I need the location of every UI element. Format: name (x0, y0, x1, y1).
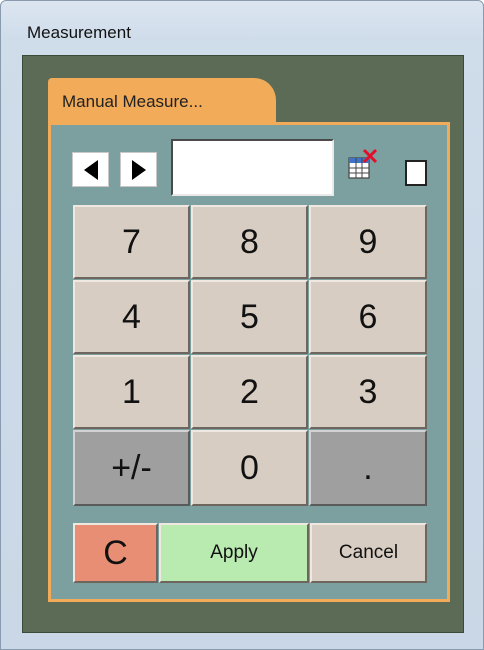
cancel-button[interactable]: Cancel (310, 523, 427, 583)
key-decimal[interactable]: . (309, 430, 427, 506)
title-bar[interactable]: Measurement (1, 1, 483, 53)
key-4[interactable]: 4 (73, 280, 190, 354)
options-checkbox[interactable] (405, 160, 427, 186)
previous-button[interactable] (72, 152, 109, 187)
apply-button[interactable]: Apply (159, 523, 309, 583)
key-8[interactable]: 8 (191, 205, 308, 279)
key-0[interactable]: 0 (191, 430, 308, 506)
clear-button[interactable]: C (73, 523, 158, 583)
triangle-left-icon (83, 159, 98, 180)
triangle-right-icon (131, 159, 146, 180)
key-5[interactable]: 5 (191, 280, 308, 354)
key-6[interactable]: 6 (309, 280, 427, 354)
key-plus-minus[interactable]: +/- (73, 430, 190, 506)
key-1[interactable]: 1 (73, 355, 190, 429)
tab-manual-measure[interactable]: Manual Measure... (48, 78, 276, 124)
value-input[interactable] (171, 139, 334, 196)
key-9[interactable]: 9 (309, 205, 427, 279)
next-button[interactable] (120, 152, 157, 187)
tab-label: Manual Measure... (62, 92, 203, 111)
key-2[interactable]: 2 (191, 355, 308, 429)
key-7[interactable]: 7 (73, 205, 190, 279)
key-3[interactable]: 3 (309, 355, 427, 429)
window-title: Measurement (27, 23, 131, 42)
table-clear-icon[interactable] (346, 148, 380, 182)
